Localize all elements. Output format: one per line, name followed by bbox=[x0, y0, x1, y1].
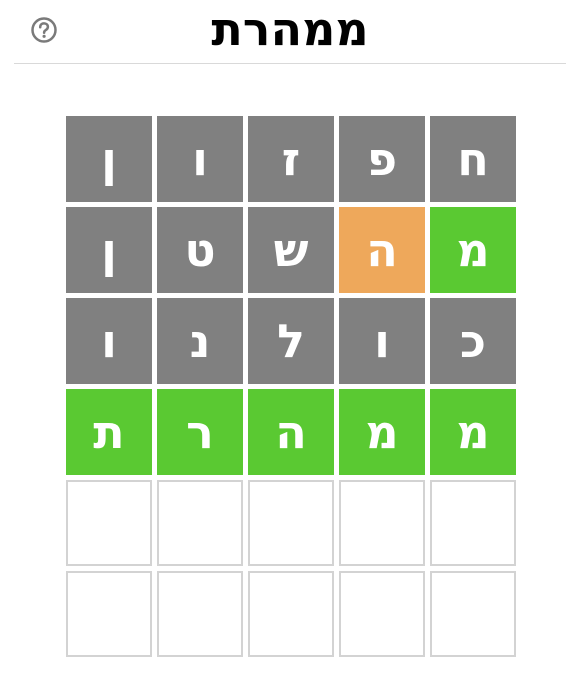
letter-tile: ר bbox=[157, 389, 243, 475]
board-row bbox=[65, 571, 516, 657]
board-row: מהשטן bbox=[65, 207, 516, 293]
letter-tile: מ bbox=[339, 389, 425, 475]
letter-tile: ז bbox=[248, 116, 334, 202]
letter-tile: נ bbox=[157, 298, 243, 384]
letter-tile: מ bbox=[430, 207, 516, 293]
letter-tile bbox=[430, 571, 516, 657]
letter-tile: כ bbox=[430, 298, 516, 384]
letter-tile: ט bbox=[157, 207, 243, 293]
letter-tile: ו bbox=[66, 298, 152, 384]
letter-tile: ו bbox=[157, 116, 243, 202]
board-row: כולנו bbox=[65, 298, 516, 384]
letter-tile bbox=[66, 480, 152, 566]
letter-tile bbox=[157, 571, 243, 657]
letter-tile: ח bbox=[430, 116, 516, 202]
letter-tile bbox=[248, 571, 334, 657]
board-row: ממהרת bbox=[65, 389, 516, 475]
letter-tile: ן bbox=[66, 116, 152, 202]
letter-tile bbox=[248, 480, 334, 566]
letter-tile: פ bbox=[339, 116, 425, 202]
letter-tile: ל bbox=[248, 298, 334, 384]
board-row: חפזון bbox=[65, 116, 516, 202]
page-title: ממהרת bbox=[211, 2, 369, 56]
letter-tile bbox=[339, 571, 425, 657]
letter-tile bbox=[157, 480, 243, 566]
header: ממהרת bbox=[14, 0, 566, 64]
letter-tile: ש bbox=[248, 207, 334, 293]
letter-tile bbox=[66, 571, 152, 657]
letter-tile: ן bbox=[66, 207, 152, 293]
board-row bbox=[65, 480, 516, 566]
letter-tile: ו bbox=[339, 298, 425, 384]
letter-tile: ה bbox=[248, 389, 334, 475]
letter-tile bbox=[339, 480, 425, 566]
letter-tile: ה bbox=[339, 207, 425, 293]
letter-tile: ת bbox=[66, 389, 152, 475]
game-board: חפזוןמהשטןכולנוממהרת bbox=[65, 116, 516, 662]
letter-tile bbox=[430, 480, 516, 566]
letter-tile: מ bbox=[430, 389, 516, 475]
